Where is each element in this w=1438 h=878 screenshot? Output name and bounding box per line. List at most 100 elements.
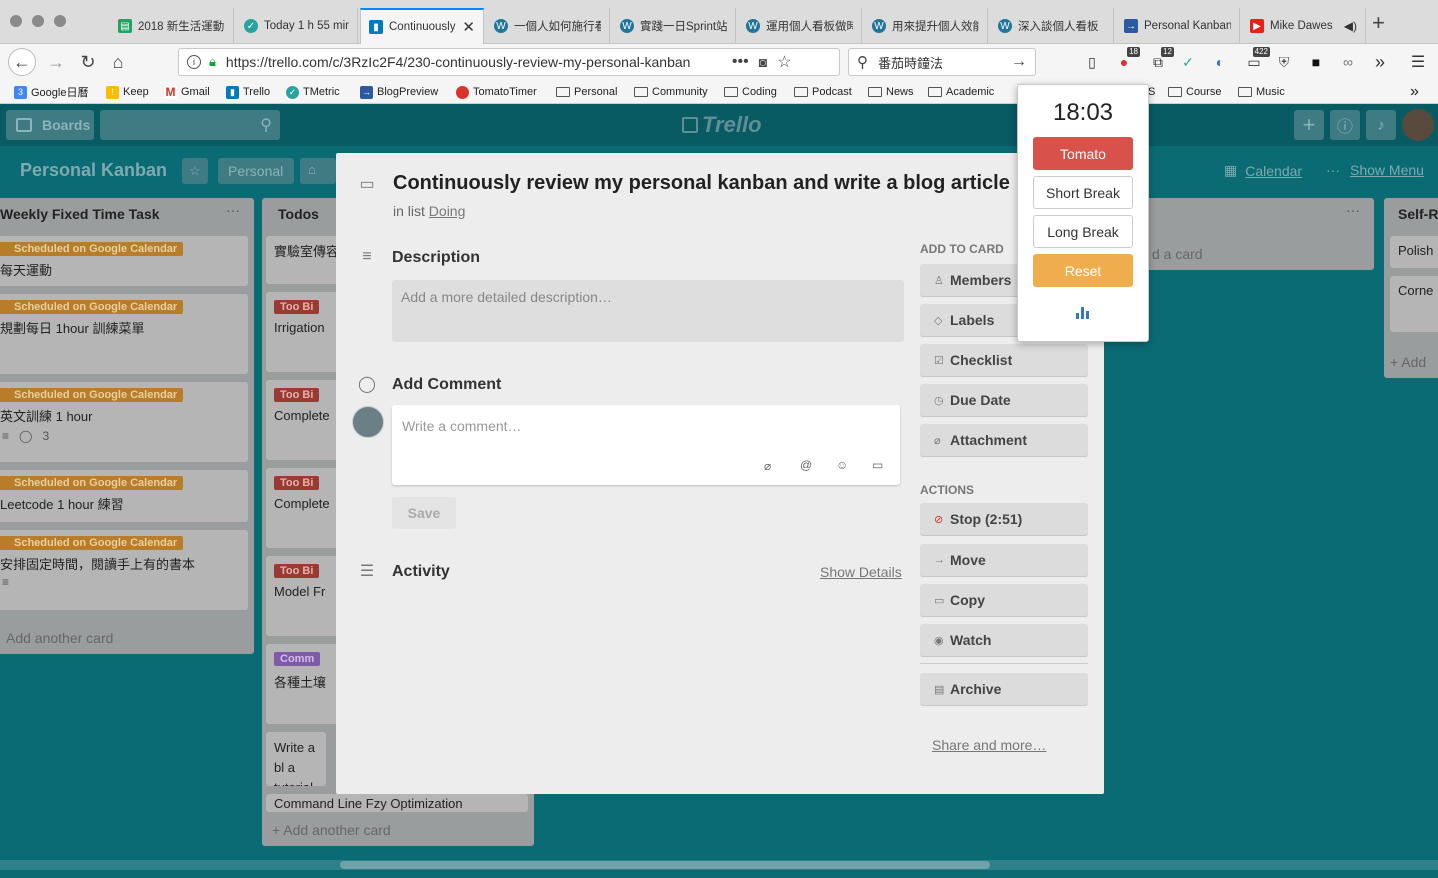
page-actions-icon[interactable]: ••• <box>732 53 749 71</box>
extension-icon[interactable]: ◐ <box>1210 52 1230 72</box>
url-text[interactable]: https://trello.com/c/3RzIc2F4/230-contin… <box>226 54 716 70</box>
info-icon[interactable]: i <box>187 55 201 69</box>
card-title[interactable]: Continuously review my personal kanban a… <box>393 172 1033 195</box>
list-card[interactable]: Polish <box>1390 236 1438 268</box>
bookmark-folder[interactable]: Personal <box>556 84 617 100</box>
browser-tab[interactable]: → Personal Kanban <box>1116 8 1240 44</box>
tomato-timer-extension-icon[interactable]: ● 18 <box>1114 47 1140 72</box>
list-card[interactable]: Write a bl a tutorial <box>266 732 326 786</box>
bookmark-item[interactable]: TomatoTimer <box>456 84 537 100</box>
bookmark-folder[interactable]: S <box>1148 84 1155 100</box>
notifications-bell-icon[interactable]: ♪ <box>1366 110 1396 140</box>
info-icon[interactable]: ⓘ <box>1330 110 1360 140</box>
long-break-button[interactable]: Long Break <box>1033 215 1133 248</box>
hamburger-menu-icon[interactable]: ☰ <box>1408 52 1428 72</box>
browser-tab-active[interactable]: ▮ Continuously ✕ <box>360 8 484 44</box>
lock-icon[interactable]: ⌂ <box>300 158 336 184</box>
list-menu-icon[interactable]: ··· <box>1346 202 1360 218</box>
list-menu-icon[interactable]: ··· <box>226 202 240 218</box>
share-link[interactable]: Share and more… <box>932 737 1046 753</box>
forward-button[interactable]: → <box>42 48 70 76</box>
star-icon[interactable]: ☆ <box>182 158 208 184</box>
new-tab-button[interactable]: + <box>1372 10 1385 36</box>
boards-button[interactable]: Boards <box>6 110 94 140</box>
bookmark-item[interactable]: ! Keep <box>106 84 149 100</box>
move-button[interactable]: → Move <box>920 544 1088 576</box>
browser-tab[interactable]: W 深入談個人看板 <box>990 8 1114 44</box>
list-card[interactable]: Scheduled on Google Calendar 英文訓練 1 hour… <box>0 382 248 462</box>
bookmark-folder[interactable]: Academic <box>928 84 994 100</box>
reload-button[interactable]: ↻ <box>74 48 102 76</box>
list-card[interactable]: Corne <box>1390 276 1438 332</box>
search-go-icon[interactable]: → <box>1011 53 1027 71</box>
comment-input[interactable]: Write a comment… <box>402 418 522 434</box>
bookmark-folder[interactable]: Podcast <box>794 84 852 100</box>
stats-chart-icon[interactable] <box>1076 305 1090 319</box>
browser-tab[interactable]: W 運用個人看板做時 <box>738 8 862 44</box>
card-link-icon[interactable]: ▭ <box>872 458 883 472</box>
browser-tab[interactable]: ✓ Today 1 h 55 min <box>236 8 358 44</box>
mention-icon[interactable]: @ <box>800 458 812 472</box>
browser-tab[interactable]: ▤ 2018 新生活運動 <box>110 8 234 44</box>
browser-tab[interactable]: W 用來提升個人效能 <box>864 8 988 44</box>
description-input[interactable]: Add a more detailed description… <box>392 280 904 342</box>
browser-tab[interactable]: W 實踐一日Sprint站 <box>612 8 736 44</box>
list-title[interactable]: Weekly Fixed Time Task <box>0 206 160 222</box>
add-card-button[interactable]: Add another card <box>6 630 113 646</box>
comment-box[interactable]: Write a comment… ⌀ @ ☺ ▭ <box>392 405 900 485</box>
extension-icon[interactable]: ⧉ 12 <box>1148 47 1174 72</box>
speaker-icon[interactable]: ◀) <box>1344 19 1357 33</box>
bookmark-star-icon[interactable]: ☆ <box>777 52 791 72</box>
bookmark-folder[interactable]: Community <box>634 84 708 100</box>
add-button[interactable]: + <box>1294 110 1324 140</box>
bookmark-item[interactable]: ✓ TMetric <box>286 84 340 100</box>
list-card[interactable]: Scheduled on Google Calendar Leetcode 1 … <box>0 470 248 522</box>
list-card[interactable]: Command Line Fzy Optimization <box>266 794 528 812</box>
search-box[interactable]: ⚲ 番茄時鐘法 → <box>848 48 1036 76</box>
ublock-icon[interactable]: ⛨ <box>1274 52 1294 72</box>
list-title[interactable]: Todos <box>278 206 319 222</box>
pocket-icon[interactable]: ◙ <box>759 54 767 70</box>
reader-view-icon[interactable]: ▯ <box>1082 52 1102 72</box>
board-scrollbar[interactable] <box>0 854 1438 878</box>
trello-logo[interactable]: Trello <box>682 112 762 138</box>
due-date-button[interactable]: ◷ Due Date <box>920 384 1088 416</box>
short-break-button[interactable]: Short Break <box>1033 176 1133 209</box>
bookmark-folder[interactable]: Music <box>1238 84 1285 100</box>
add-card-button[interactable]: d a card <box>1152 246 1203 262</box>
list-title[interactable]: Self-R <box>1398 206 1438 222</box>
board-title[interactable]: Personal Kanban <box>20 160 167 181</box>
url-bar[interactable]: i 🔒︎ https://trello.com/c/3RzIc2F4/230-c… <box>178 48 840 76</box>
avatar[interactable] <box>1402 109 1434 141</box>
list-link[interactable]: Doing <box>429 203 466 219</box>
board-search-input[interactable]: ⚲ <box>100 110 280 140</box>
attachment-button[interactable]: ⌀ Attachment <box>920 424 1088 456</box>
reset-button[interactable]: Reset <box>1033 254 1133 287</box>
extension-icon[interactable]: ■ <box>1306 52 1326 72</box>
list-card[interactable]: Scheduled on Google Calendar 安排固定時間，閱讀手上… <box>0 530 248 610</box>
bookmark-folder[interactable]: News <box>868 84 914 100</box>
show-menu-link[interactable]: ··· Show Menu <box>1326 162 1424 178</box>
close-tab-icon[interactable]: ✕ <box>462 18 475 36</box>
list-card[interactable]: Scheduled on Google Calendar 每天運動 <box>0 236 248 286</box>
scrollbar-thumb[interactable] <box>340 861 990 869</box>
add-card-button[interactable]: + Add another card <box>272 822 391 838</box>
add-card-button[interactable]: + Add <box>1390 354 1426 370</box>
back-button[interactable]: ← <box>8 48 36 76</box>
tmetric-extension-icon[interactable]: ✓ <box>1178 52 1198 72</box>
browser-tab[interactable]: W 一個人如何施行看 <box>486 8 610 44</box>
bookmark-item[interactable]: → BlogPreview <box>360 84 438 100</box>
show-details-link[interactable]: Show Details <box>820 564 902 580</box>
bookmark-folder[interactable]: Coding <box>724 84 777 100</box>
home-button[interactable]: ⌂ <box>104 48 132 76</box>
calendar-link[interactable]: ▦ Calendar <box>1224 162 1302 179</box>
archive-button[interactable]: ▤ Archive <box>920 673 1088 705</box>
overflow-menu-icon[interactable]: » <box>1370 52 1390 72</box>
attachment-icon[interactable]: ⌀ <box>764 459 771 473</box>
stop-timer-button[interactable]: ⊘ Stop (2:51) <box>920 503 1088 535</box>
close-window-button[interactable] <box>10 15 22 27</box>
copy-button[interactable]: ▭ Copy <box>920 584 1088 616</box>
minimize-window-button[interactable] <box>32 15 44 27</box>
bookmark-item[interactable]: M Gmail <box>164 84 210 100</box>
emoji-icon[interactable]: ☺ <box>836 458 848 472</box>
